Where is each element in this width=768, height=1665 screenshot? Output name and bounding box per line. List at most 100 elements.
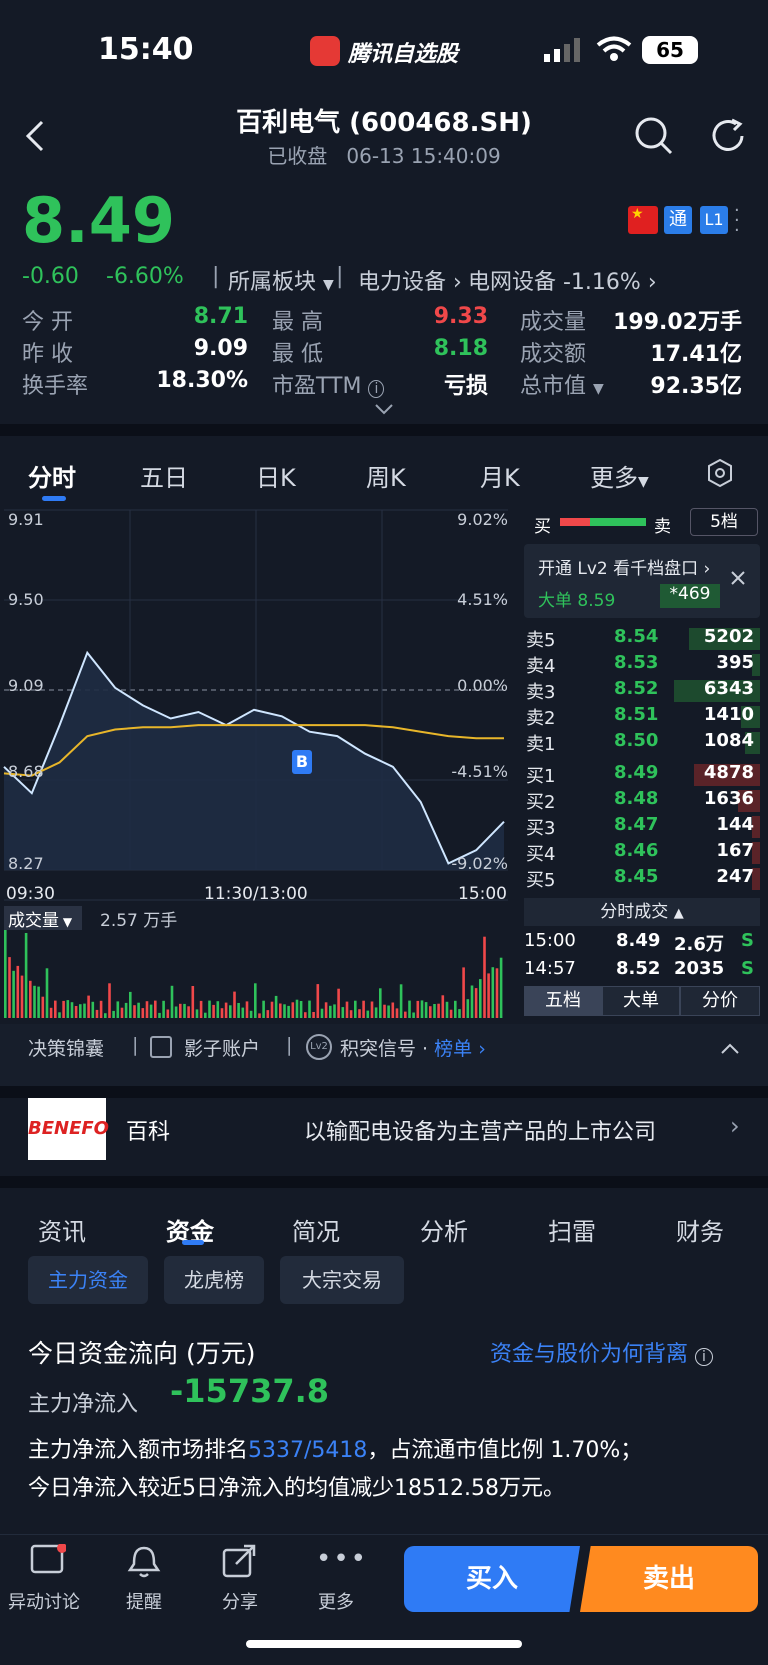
info-icon: i — [695, 1348, 713, 1366]
volume-bar — [45, 968, 49, 1018]
stat-label-amount: 成交额 — [520, 342, 587, 367]
tab-monthly-k[interactable]: 月K — [480, 458, 520, 493]
tab-news[interactable]: 资讯 — [38, 1212, 86, 1247]
buy-marker-badge[interactable]: B — [292, 750, 312, 774]
big-order-volume: *469 — [660, 584, 720, 608]
app-name: 腾讯自选股 — [348, 42, 459, 67]
volume-bar — [466, 999, 470, 1018]
tab-5day[interactable]: 五日 — [140, 458, 188, 493]
ask-price: 8.51 — [614, 704, 659, 725]
sector1-label: 电力设备 — [358, 270, 447, 295]
tab-overview[interactable]: 简况 — [292, 1212, 340, 1247]
volume-bar — [291, 1002, 295, 1018]
sell-button-label: 卖出 — [642, 1564, 695, 1594]
nav-share[interactable]: 分享 — [222, 1588, 258, 1614]
bid-volume: 4878 — [703, 762, 754, 783]
bid-price: 8.48 — [614, 788, 659, 809]
ask-volume: 1410 — [703, 704, 754, 725]
more-vert-icon[interactable]: · · · — [734, 202, 740, 240]
tab-more[interactable]: 更多▼ — [590, 458, 649, 493]
tong-badge[interactable]: 通 — [664, 206, 692, 234]
search-icon[interactable] — [634, 116, 674, 160]
stat-value-low: 8.18 — [433, 336, 488, 361]
trades-header[interactable]: 分时成交 ▲ — [524, 898, 760, 926]
share-icon[interactable] — [222, 1544, 258, 1584]
orderbook-tab-big[interactable]: 大单 — [602, 986, 680, 1016]
collapse-icon[interactable] — [720, 1040, 740, 1059]
ask-list: 卖5 8.54 5202 卖4 8.53 395 卖3 8.52 6343 卖2 8.51 1410 卖… — [524, 626, 760, 756]
volume-bar — [474, 988, 478, 1018]
volume-bar — [4, 930, 7, 1018]
tool-shadow-account[interactable]: 影子账户 — [184, 1034, 260, 1061]
divider — [0, 1086, 768, 1098]
stat-value-prevclose: 9.09 — [193, 336, 248, 361]
sector-dropdown[interactable]: 所属板块 ▼ — [228, 264, 334, 296]
tab-intraday[interactable]: 分时 — [28, 458, 76, 493]
orderbook-tab-price[interactable]: 分价 — [680, 986, 760, 1016]
discussion-icon[interactable] — [30, 1543, 67, 1584]
stat-label-pe: 市盈TTM i — [272, 368, 385, 400]
baike-card[interactable]: BENEFO 百科 以输配电设备为主营产品的上市公司 › — [0, 1098, 768, 1176]
fund-tab-dragon[interactable]: 龙虎榜 — [164, 1256, 264, 1304]
orderbook-tab-5[interactable]: 五档 — [524, 986, 602, 1016]
volume-bar — [366, 1010, 370, 1018]
volume-bar — [99, 1000, 103, 1018]
bid-row[interactable]: 买4 8.46 167 — [524, 840, 760, 866]
stat-label-mktcap[interactable]: 总市值 ▼ — [520, 368, 604, 400]
tab-finance[interactable]: 财务 — [676, 1212, 724, 1247]
close-icon[interactable] — [730, 570, 746, 590]
depth-button[interactable]: 5档 — [690, 508, 758, 536]
volume-value: 2.57 万手 — [100, 911, 178, 931]
tab-funds-indicator — [182, 1240, 204, 1245]
tab-analysis[interactable]: 分析 — [420, 1212, 468, 1247]
volume-bar — [162, 1000, 165, 1018]
fund-tab-block[interactable]: 大宗交易 — [280, 1256, 404, 1304]
fund-divergence-link[interactable]: 资金与股价为何背离 i — [490, 1336, 713, 1368]
x-label-0: 09:30 — [6, 884, 55, 904]
volume-bar — [354, 1000, 357, 1018]
sell-button[interactable]: 卖出 — [580, 1546, 758, 1612]
net-inflow-value: -15737.8 — [170, 1372, 330, 1410]
fund-tab-main[interactable]: 主力资金 — [28, 1256, 148, 1304]
tool-ranking[interactable]: 榜单 — [434, 1038, 472, 1060]
level-badge[interactable]: L1 — [700, 206, 728, 234]
caret-down-icon: ▼ — [638, 474, 649, 490]
ask-row[interactable]: 卖5 8.54 5202 — [524, 626, 760, 652]
nav-more[interactable]: 更多 — [318, 1588, 354, 1614]
tool-signal[interactable]: 积突信号 · 榜单 › — [340, 1034, 486, 1061]
info-icon[interactable]: i — [368, 380, 385, 398]
tab-intraday-indicator — [42, 496, 66, 501]
volume-bar — [266, 1010, 270, 1018]
volume-dropdown[interactable]: 成交量 ▼ — [4, 906, 82, 931]
ask-row[interactable]: 卖2 8.51 1410 — [524, 704, 760, 730]
bell-icon[interactable] — [126, 1544, 162, 1584]
nav-discussion[interactable]: 异动讨论 — [8, 1588, 80, 1614]
bid-row[interactable]: 买5 8.45 247 — [524, 866, 760, 892]
tab-weekly-k[interactable]: 周K — [366, 458, 406, 493]
ask-label: 卖2 — [526, 708, 556, 729]
bid-row[interactable]: 买2 8.48 1636 — [524, 788, 760, 814]
chart-settings-icon[interactable] — [706, 458, 734, 492]
lv2-promo-card[interactable]: 开通 Lv2 看千档盘口 › 大单 8.59 *469 — [524, 544, 760, 618]
volume-bar — [108, 983, 111, 1018]
refresh-icon[interactable] — [708, 116, 748, 160]
bid-row[interactable]: 买3 8.47 144 — [524, 814, 760, 840]
bid-row[interactable]: 买1 8.49 4878 — [524, 762, 760, 788]
ask-row[interactable]: 卖4 8.53 395 — [524, 652, 760, 678]
stat-value-amount: 17.41亿 — [650, 342, 742, 367]
tool-decision[interactable]: 决策锦囊 — [28, 1034, 104, 1061]
sector-link-2[interactable]: 电网设备 -1.16% › — [468, 264, 657, 296]
tab-daily-k[interactable]: 日K — [256, 458, 296, 493]
x-label-1: 11:30/13:00 — [204, 884, 308, 904]
tab-risk[interactable]: 扫雷 — [548, 1212, 596, 1247]
nav-remind[interactable]: 提醒 — [126, 1588, 162, 1614]
volume-bar — [49, 1007, 53, 1018]
ask-row[interactable]: 卖3 8.52 6343 — [524, 678, 760, 704]
volume-bar — [37, 986, 40, 1018]
buy-button[interactable]: 买入 — [404, 1546, 580, 1612]
volume-bar — [387, 1005, 390, 1018]
more-dots-icon[interactable]: ••• — [316, 1544, 368, 1574]
sector-link-1[interactable]: 电力设备 › — [358, 264, 462, 296]
ask-row[interactable]: 卖1 8.50 1084 — [524, 730, 760, 756]
expand-chevron-icon[interactable] — [374, 400, 394, 419]
